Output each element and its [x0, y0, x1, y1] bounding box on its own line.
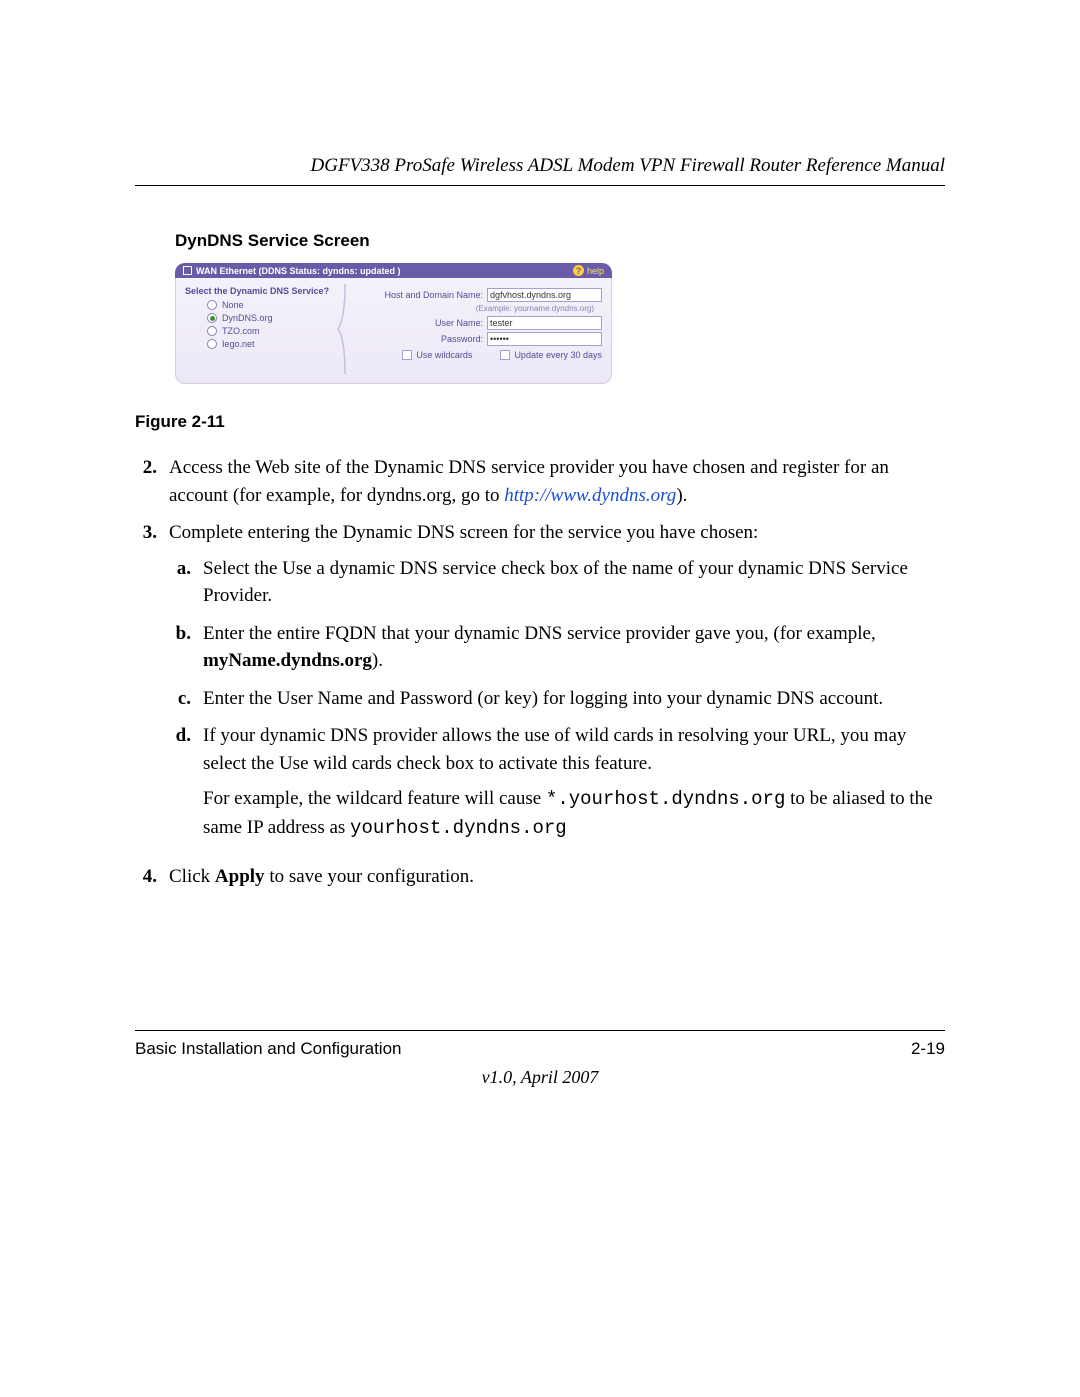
screenshot-panel: WAN Ethernet (DDNS Status: dyndns: updat…	[175, 263, 612, 384]
left-panel-title: Select the Dynamic DNS Service?	[185, 286, 332, 296]
radio-label: TZO.com	[222, 326, 260, 336]
checkbox-icon	[500, 350, 510, 360]
sub-letter: a.	[169, 555, 191, 610]
user-field[interactable]	[487, 316, 602, 330]
password-field[interactable]	[487, 332, 602, 346]
version-text: v1.0, April 2007	[135, 1067, 945, 1088]
step-2-text: Access the Web site of the Dynamic DNS s…	[169, 454, 945, 509]
radio-label: Iego.net	[222, 339, 255, 349]
radio-dyndns[interactable]: DynDNS.org	[207, 313, 332, 323]
radio-icon	[207, 313, 217, 323]
password-label: Password:	[441, 334, 483, 344]
radio-label: DynDNS.org	[222, 313, 273, 323]
radio-label: None	[222, 300, 244, 310]
checkbox-icon	[402, 350, 412, 360]
help-icon: ?	[573, 265, 584, 276]
step-number: 3.	[135, 519, 157, 852]
step-3-intro: Complete entering the Dynamic DNS screen…	[169, 522, 758, 543]
sub-letter: c.	[169, 685, 191, 713]
sub-letter: d.	[169, 722, 191, 842]
page-header-title: DGFV338 ProSafe Wireless ADSL Modem VPN …	[135, 155, 945, 177]
step-3b-text: Enter the entire FQDN that your dynamic …	[203, 620, 945, 675]
user-label: User Name:	[435, 318, 483, 328]
page-number: 2-19	[911, 1039, 945, 1059]
footer-rule	[135, 1030, 945, 1031]
help-label: help	[587, 266, 604, 276]
section-heading: DynDNS Service Screen	[175, 231, 945, 251]
update-checkbox[interactable]: Update every 30 days	[500, 350, 602, 360]
panel-divider	[336, 284, 354, 374]
host-example: (Example: yourname.dyndns.org)	[358, 304, 602, 313]
help-link[interactable]: ? help	[573, 265, 604, 276]
step-3d-text: If your dynamic DNS provider allows the …	[203, 722, 945, 842]
wildcards-checkbox[interactable]: Use wildcards	[402, 350, 472, 360]
host-field[interactable]	[487, 288, 602, 302]
update-label: Update every 30 days	[514, 350, 602, 360]
dyndns-link[interactable]: http://www.dyndns.org	[504, 485, 676, 506]
panel-title: WAN Ethernet (DDNS Status: dyndns: updat…	[196, 266, 401, 276]
figure-label: Figure 2-11	[135, 412, 945, 432]
radio-icon	[207, 339, 217, 349]
radio-none[interactable]: None	[207, 300, 332, 310]
step-number: 4.	[135, 863, 157, 891]
host-label: Host and Domain Name:	[384, 290, 483, 300]
collapse-icon	[183, 266, 192, 275]
radio-icon	[207, 300, 217, 310]
header-rule	[135, 185, 945, 186]
sub-letter: b.	[169, 620, 191, 675]
step-4-text: Click Apply to save your configuration.	[169, 863, 945, 891]
radio-iego[interactable]: Iego.net	[207, 339, 332, 349]
panel-titlebar: WAN Ethernet (DDNS Status: dyndns: updat…	[175, 263, 612, 278]
radio-tzo[interactable]: TZO.com	[207, 326, 332, 336]
step-3a-text: Select the Use a dynamic DNS service che…	[203, 555, 945, 610]
radio-icon	[207, 326, 217, 336]
step-number: 2.	[135, 454, 157, 509]
wildcards-label: Use wildcards	[416, 350, 472, 360]
step-3c-text: Enter the User Name and Password (or key…	[203, 685, 945, 713]
footer-section: Basic Installation and Configuration	[135, 1039, 402, 1059]
